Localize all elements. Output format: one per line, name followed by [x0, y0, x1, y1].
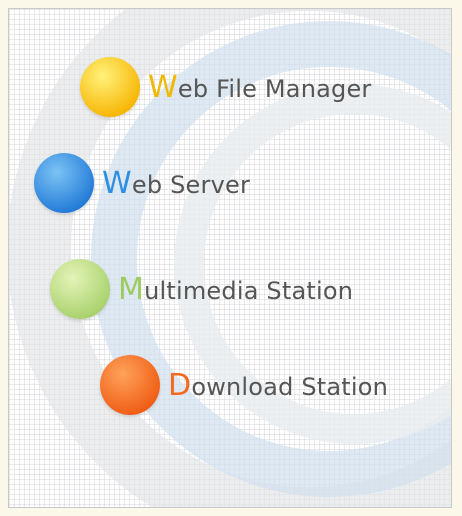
launcher-panel: Web File Manager Web Server Multimedia S… — [8, 8, 452, 508]
multimedia-station-link[interactable]: Multimedia Station — [50, 257, 353, 321]
multimedia-station-initial: M — [118, 271, 145, 307]
web-file-manager-link[interactable]: Web File Manager — [80, 55, 372, 119]
web-server-initial: W — [102, 165, 132, 201]
multimedia-station-icon — [50, 259, 110, 319]
download-station-text: ownload Station — [191, 372, 389, 401]
multimedia-station-label: Multimedia Station — [118, 272, 353, 307]
download-station-label: Download Station — [168, 368, 388, 403]
web-server-link[interactable]: Web Server — [34, 151, 250, 215]
download-station-link[interactable]: Download Station — [100, 353, 388, 417]
web-server-icon — [34, 153, 94, 213]
web-file-manager-initial: W — [148, 69, 178, 105]
multimedia-station-text: ultimedia Station — [144, 276, 354, 305]
web-server-label: Web Server — [102, 166, 250, 201]
download-station-icon — [100, 355, 160, 415]
web-file-manager-icon — [80, 57, 140, 117]
download-station-initial: D — [168, 367, 192, 403]
web-server-text: eb Server — [131, 170, 251, 199]
web-file-manager-label: Web File Manager — [148, 70, 372, 105]
web-file-manager-text: eb File Manager — [177, 74, 372, 103]
